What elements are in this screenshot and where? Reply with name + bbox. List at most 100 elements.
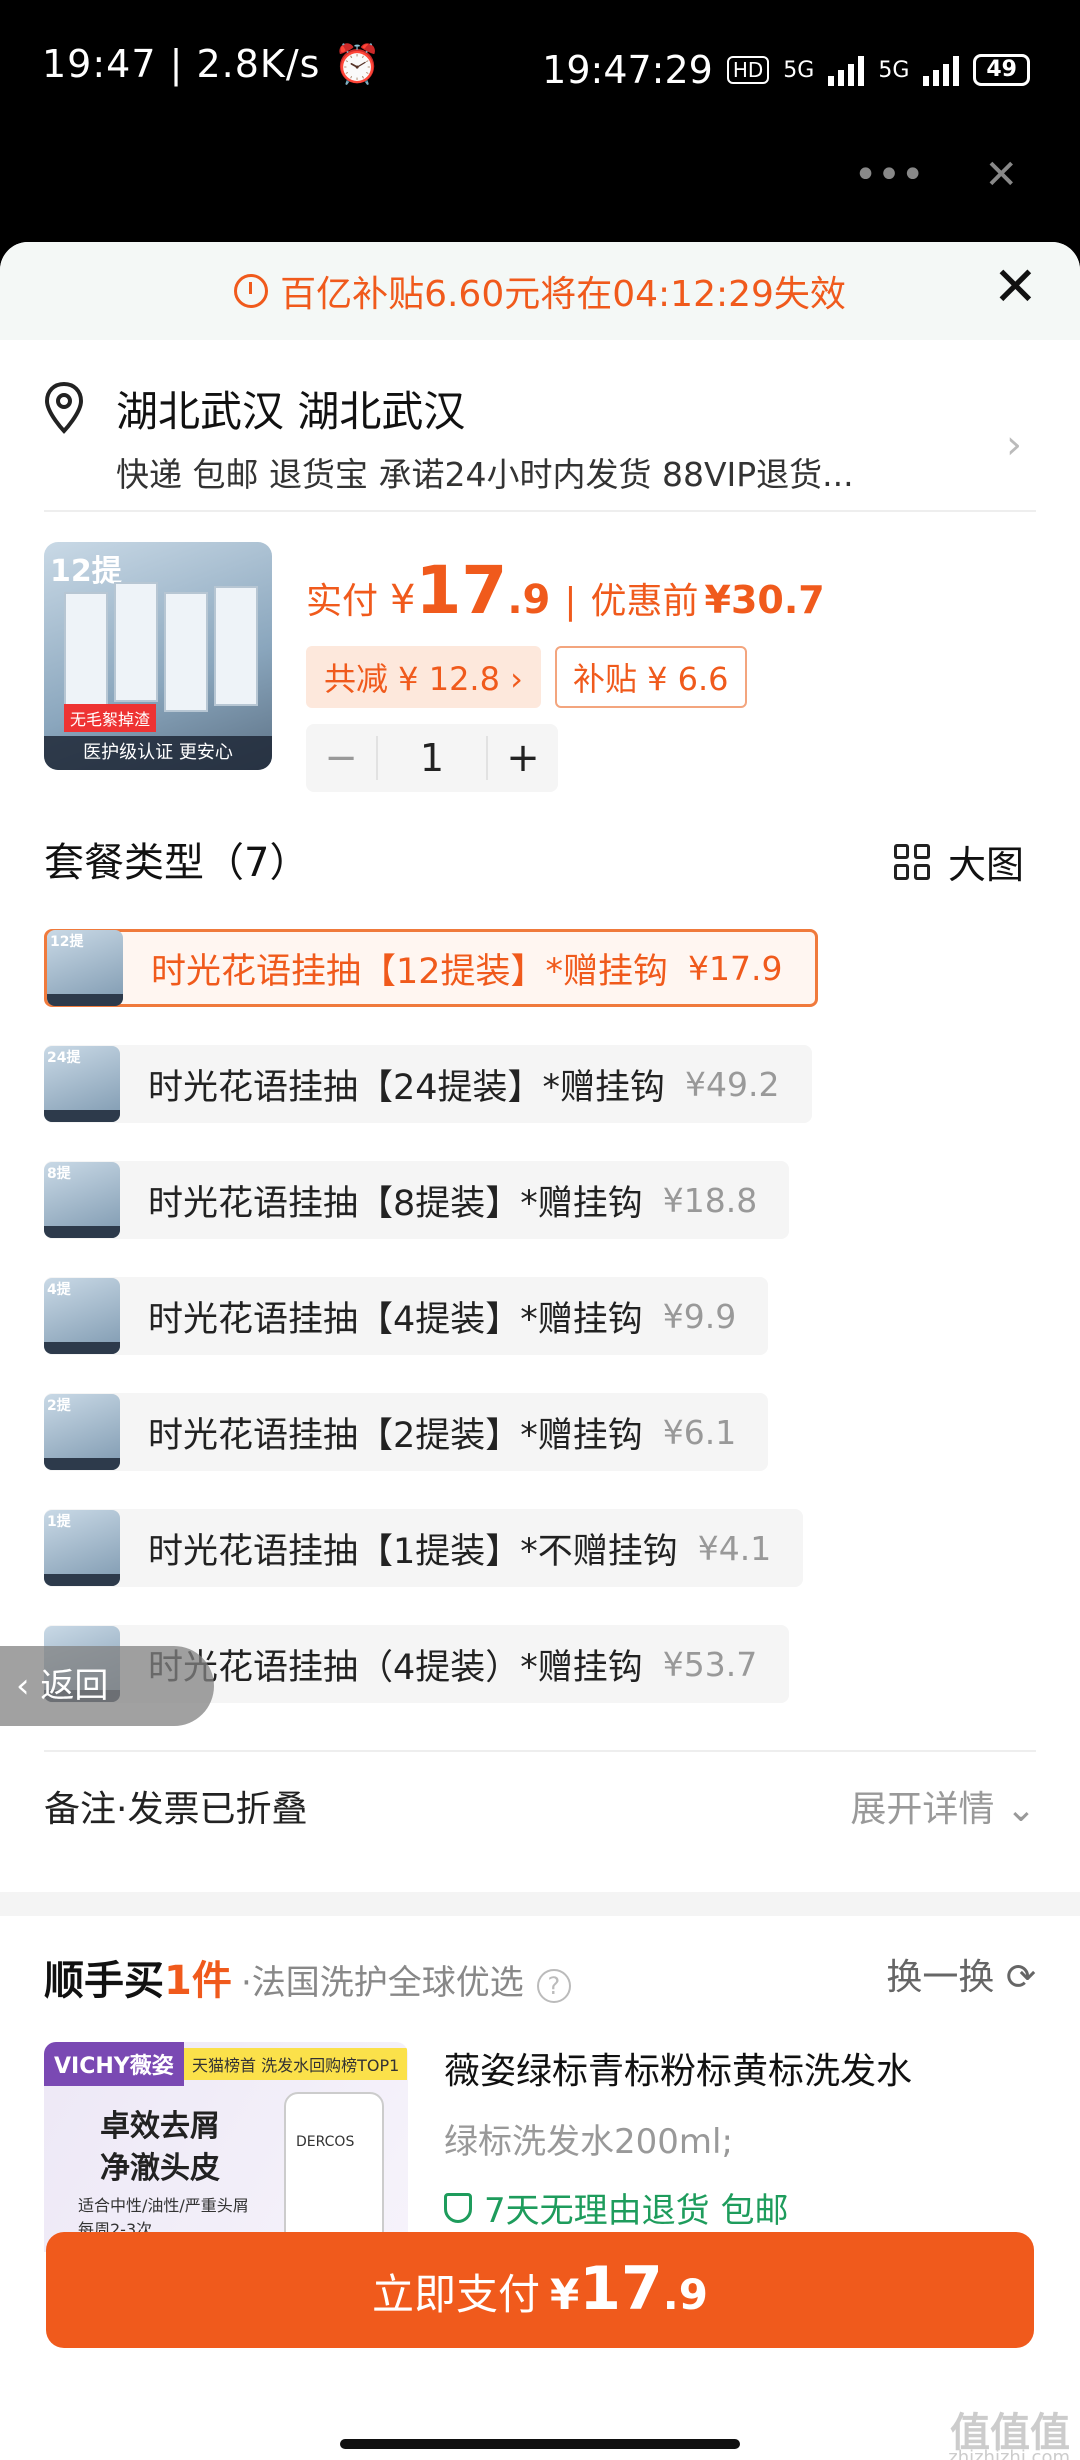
option-name: 时光花语挂抽【2提装】*赠挂钩 (148, 1415, 643, 1456)
status-left: 19:47 | 2.8K/s ⏰ (42, 42, 382, 86)
option-name: 时光花语挂抽【4提装】*赠挂钩 (148, 1299, 643, 1340)
option-price: ¥49.2 (685, 1064, 780, 1104)
signal-icon (828, 54, 865, 86)
discount-chips: 共减 ¥ 12.8 › 补贴 ¥ 6.6 (306, 646, 747, 708)
swap-button[interactable]: 换一换 ⟳ (886, 1948, 1036, 2000)
pack-shape (114, 582, 158, 702)
option-thumbnail: 8提 (44, 1162, 120, 1238)
status-right: 19:47:29 HD 5G 5G 49 (542, 48, 1030, 92)
package-header: 套餐类型（7） 大图 (44, 830, 1036, 890)
address-city: 湖北武汉 湖北武汉 (116, 387, 466, 436)
package-option[interactable]: 12提 时光花语挂抽【12提装】*赠挂钩 ¥17.9 (44, 928, 1036, 1008)
pack-shape (64, 592, 108, 712)
remark-label: 备注·发票已折叠 (44, 1789, 308, 1830)
option-thumbnail: 12提 (47, 930, 123, 1006)
recommendation-section: 顺手买1件 ·法国洗护全球优选 ? 换一换 ⟳ VICHY薇姿 天猫榜首 洗发水… (44, 1948, 1036, 2252)
grid-icon (893, 843, 930, 880)
option-thumbnail: 24提 (44, 1046, 120, 1122)
ranking-tag: 天猫榜首 洗发水回购榜TOP1 (184, 2048, 408, 2080)
quantity-stepper: − 1 + (306, 724, 558, 792)
total-discount-chip[interactable]: 共减 ¥ 12.8 › (306, 646, 541, 708)
option-name: 时光花语挂抽【1提装】*不赠挂钩 (148, 1531, 678, 1572)
more-icon[interactable]: ••• (854, 152, 925, 198)
expand-details[interactable]: 展开详情 ⌄ (850, 1780, 1036, 1832)
network-label-1: 5G (783, 57, 815, 83)
back-button[interactable]: ‹ 返回 (0, 1646, 214, 1726)
shield-icon (444, 2192, 472, 2223)
recommended-product-info: 薇姿绿标青标粉标黄标洗发水 绿标洗发水200ml; 7天无理由退货 包邮 (444, 2042, 912, 2232)
package-option[interactable]: 1提 时光花语挂抽【1提装】*不赠挂钩 ¥4.1 (44, 1508, 1036, 1588)
home-indicator[interactable] (340, 2439, 740, 2449)
checkout-sheet: 百亿补贴6.60元将在04:12:29失效 ✕ 湖北武汉 湖北武汉 快递 包邮 … (0, 242, 1080, 2460)
package-option[interactable]: 24提 时光花语挂抽【24提装】*赠挂钩 ¥49.2 (44, 1044, 1036, 1124)
signal-icon-2 (923, 54, 960, 86)
close-icon[interactable]: ✕ (984, 152, 1018, 198)
pre-discount-label: 优惠前 (590, 581, 699, 622)
option-price: ¥18.8 (662, 1180, 758, 1220)
pay-price-int: 17 (579, 2254, 663, 2324)
subsidy-banner: 百亿补贴6.60元将在04:12:29失效 ✕ (0, 242, 1080, 340)
product-thumbnail: 12提 无毛絮掉渣 医护级认证 更安心 (44, 542, 272, 770)
option-name: 时光花语挂抽【8提装】*赠挂钩 (148, 1183, 643, 1224)
pay-now-button[interactable]: 立即支付 ¥ 17 .9 (46, 2232, 1034, 2348)
package-option[interactable]: 8提 时光花语挂抽【8提装】*赠挂钩 ¥18.8 (44, 1160, 1036, 1240)
pay-price-dec: .9 (662, 2270, 708, 2319)
subsidy-chip: 补贴 ¥ 6.6 (554, 646, 747, 708)
option-price: ¥4.1 (697, 1528, 772, 1568)
option-thumbnail: 4提 (44, 1278, 120, 1354)
thumb-footer: 医护级认证 更安心 (44, 736, 272, 770)
chevron-right-icon: › (1006, 422, 1022, 468)
watermark-site: zhizhizhi.com (948, 2447, 1070, 2460)
bottle-shape: DERCOS (284, 2092, 384, 2252)
window-actions: ••• ✕ (854, 152, 1018, 198)
status-bar: 19:47 | 2.8K/s ⏰ 19:47:29 HD 5G 5G 49 (0, 0, 1080, 150)
package-option[interactable]: 4提 时光花语挂抽【4提装】*赠挂钩 ¥9.9 (44, 1276, 1036, 1356)
option-price: ¥6.1 (662, 1412, 737, 1452)
increment-button[interactable]: + (488, 735, 558, 781)
decrement-button[interactable]: − (306, 735, 376, 781)
pay-label: 实付 (306, 581, 379, 622)
thumb-red-tag: 无毛絮掉渣 (64, 704, 157, 732)
pack-shape (214, 586, 258, 706)
option-price: ¥9.9 (662, 1296, 737, 1336)
recommended-product-spec: 绿标洗发水200ml; (444, 2122, 733, 2162)
pre-discount-price: ¥30.7 (704, 578, 825, 622)
product-summary: 12提 无毛絮掉渣 医护级认证 更安心 实付 ¥ 17 .9 | 优惠前 ¥30… (44, 542, 1036, 792)
option-price: ¥53.7 (662, 1644, 758, 1684)
quantity-value[interactable]: 1 (376, 736, 488, 780)
price-row: 实付 ¥ 17 .9 | 优惠前 ¥30.7 (306, 552, 825, 629)
currency: ¥ (390, 577, 416, 623)
hd-icon: HD (726, 56, 770, 84)
thumb-tag: 12提 (50, 554, 122, 589)
delivery-services: 快递 包邮 退货宝 承诺24小时内发货 88VIP退货... (116, 455, 854, 494)
package-option[interactable]: 2提 时光花语挂抽【2提装】*赠挂钩 ¥6.1 (44, 1392, 1036, 1472)
pack-shape (164, 592, 208, 712)
package-options: 12提 时光花语挂抽【12提装】*赠挂钩 ¥17.9 24提 时光花语挂抽【24提装】… (44, 928, 1036, 1740)
option-name: 时光花语挂抽【24提装】*赠挂钩 (148, 1067, 666, 1108)
help-icon[interactable]: ? (536, 1969, 571, 2003)
price-dec: .9 (507, 577, 551, 623)
large-view-label: 大图 (947, 843, 1024, 887)
image-headline: 卓效去屑 净澈头皮 (100, 2109, 220, 2186)
banner-close-icon[interactable]: ✕ (993, 260, 1038, 314)
location-pin-icon (44, 382, 84, 434)
recommended-product-name: 薇姿绿标青标粉标黄标洗发水 (444, 2051, 913, 2092)
status-time: 19:47:29 (542, 48, 713, 92)
option-name: 时光花语挂抽（4提装）*赠挂钩 (148, 1647, 643, 1688)
option-name: 时光花语挂抽【12提装】*赠挂钩 (151, 951, 669, 992)
pay-currency: ¥ (550, 2270, 580, 2319)
price-int: 17 (415, 552, 508, 629)
recommend-brand: 顺手买1件 (44, 1958, 232, 2004)
brand-tag: VICHY薇姿 (44, 2042, 184, 2086)
clock-icon (234, 274, 269, 308)
recommendation-header: 顺手买1件 ·法国洗护全球优选 ? 换一换 ⟳ (44, 1948, 1036, 2008)
recommended-product[interactable]: VICHY薇姿 天猫榜首 洗发水回购榜TOP1 卓效去屑 净澈头皮 适合中性/油… (44, 2042, 1036, 2252)
option-thumbnail: 2提 (44, 1394, 120, 1470)
network-label-2: 5G (878, 57, 910, 83)
banner-text: 百亿补贴6.60元将在04:12:29失效 (280, 274, 846, 315)
remark-row[interactable]: 备注·发票已折叠 展开详情 ⌄ (44, 1750, 1036, 1860)
address-section[interactable]: 湖北武汉 湖北武汉 快递 包邮 退货宝 承诺24小时内发货 88VIP退货...… (44, 372, 1036, 512)
package-title: 套餐类型（7） (44, 840, 310, 886)
option-thumbnail: 1提 (44, 1510, 120, 1586)
large-view-toggle[interactable]: 大图 (893, 834, 1024, 889)
